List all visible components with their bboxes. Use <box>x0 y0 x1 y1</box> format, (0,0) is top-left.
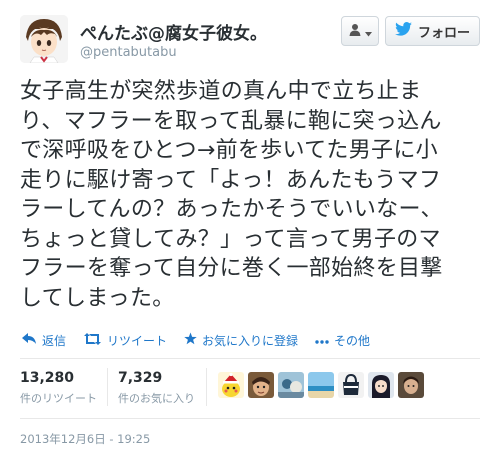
favorite-count: 7,329 <box>118 370 163 386</box>
star-icon <box>184 332 197 348</box>
tweet-line: 走りに駆け寄って「よっ！あんたもうマフ <box>20 167 442 193</box>
follow-button[interactable]: フォロー <box>385 16 480 46</box>
favoriter-avatar[interactable] <box>308 372 334 398</box>
favorite-stat[interactable]: 7,329 件のお気に入り <box>118 370 195 406</box>
tweet-line: ラーしてんの？あったかそうでいいなー、 <box>20 197 443 222</box>
retweet-stat[interactable]: 13,280 件のリツイート <box>20 370 97 406</box>
reply-icon <box>22 332 37 348</box>
tweet-timestamp[interactable]: 2013年12月6日 - 19:25 <box>20 431 150 447</box>
user-dropdown-icon <box>349 22 363 41</box>
follow-label: フォロー <box>417 25 470 41</box>
more-icon <box>315 333 329 347</box>
divider <box>20 418 480 419</box>
retweet-icon <box>83 332 102 348</box>
retweet-count-label: 件のリツイート <box>20 392 97 405</box>
tweet-actions: 返信 リツイート お気に入りに登録 その他 <box>22 331 387 349</box>
stat-divider <box>206 368 207 406</box>
tweet-line: ちょっと貸してみ？」って言って男子のマ <box>20 226 441 252</box>
tweet-line: フラーを奪って自分に巻く一部始終を目撃 <box>20 256 443 281</box>
more-label: その他 <box>334 333 371 348</box>
tweet-line: で深呼吸をひとつ→前を歩いてた男子に小 <box>20 138 438 163</box>
favoriter-avatar[interactable] <box>368 372 394 398</box>
more-button[interactable]: その他 <box>315 332 370 349</box>
retweet-count: 13,280 <box>20 370 75 386</box>
user-actions-button[interactable] <box>341 16 379 46</box>
tweet-text: 女子高生が突然歩道の真ん中で立ち止ま り、マフラーを取って乱暴に鞄に突っ込ん で… <box>20 77 486 313</box>
chevron-down-icon <box>364 22 372 41</box>
favorite-label: お気に入りに登録 <box>202 333 299 348</box>
divider <box>20 358 480 359</box>
tweet-line: 女子高生が突然歩道の真ん中で立ち止ま <box>20 79 422 104</box>
favoriter-avatar[interactable] <box>338 372 364 398</box>
user-handle[interactable]: @pentabutabu <box>80 45 177 60</box>
favoriter-avatars <box>218 372 424 398</box>
favoriter-avatar[interactable] <box>398 372 424 398</box>
display-name[interactable]: ぺんたぶ@腐女子彼女。 <box>80 19 267 44</box>
tweet-line: り、マフラーを取って乱暴に鞄に突っ込ん <box>20 108 442 134</box>
favorite-count-label: 件のお気に入り <box>118 392 195 405</box>
tweet-line: してしまった。 <box>20 285 175 311</box>
stat-divider <box>107 368 108 406</box>
retweet-label: リツイート <box>107 333 168 348</box>
twitter-bird-icon <box>395 22 412 40</box>
favoriter-avatar[interactable] <box>248 372 274 398</box>
reply-label: 返信 <box>42 333 67 348</box>
favoriter-avatar[interactable] <box>218 372 244 398</box>
favorite-button[interactable]: お気に入りに登録 <box>184 332 298 349</box>
reply-button[interactable]: 返信 <box>22 332 66 349</box>
retweet-button[interactable]: リツイート <box>83 332 167 349</box>
favoriter-avatar[interactable] <box>278 372 304 398</box>
avatar[interactable] <box>20 15 68 63</box>
